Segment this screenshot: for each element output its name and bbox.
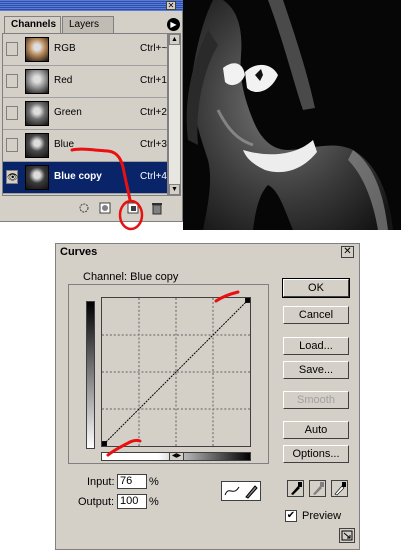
channel-thumbnail [25, 37, 49, 62]
channel-shortcut: Ctrl+4 [140, 171, 167, 182]
cancel-button[interactable]: Cancel [283, 306, 349, 324]
tab-layers[interactable]: Layers [62, 16, 114, 33]
preview-checkbox[interactable]: ✔ [285, 510, 297, 522]
visibility-toggle[interactable] [6, 74, 18, 88]
load-selection-icon[interactable] [77, 201, 91, 215]
load-button[interactable]: Load... [283, 337, 349, 355]
trash-icon[interactable] [150, 201, 164, 215]
gradient-toggle-button[interactable]: ◀▶ [169, 452, 184, 461]
palette-close-button[interactable]: ✕ [166, 1, 176, 10]
channel-row[interactable]: Blue Ctrl+3 [3, 130, 167, 162]
output-label: Output: [78, 496, 115, 508]
channel-thumbnail [25, 165, 49, 190]
channel-name: Red [54, 75, 73, 86]
preview-label: Preview [302, 510, 342, 522]
palette-bottom-bar [2, 198, 180, 218]
curve-point-white[interactable] [245, 298, 250, 303]
input-label: Input: [87, 476, 115, 488]
channel-label: Channel: Blue copy [83, 271, 178, 283]
save-button[interactable]: Save... [283, 361, 349, 379]
black-eyedropper-icon[interactable] [287, 480, 304, 497]
channel-row[interactable]: Red Ctrl+1 [3, 66, 167, 98]
eye-icon[interactable]: 👁 [6, 170, 18, 184]
gray-eyedropper-icon[interactable] [309, 480, 326, 497]
channel-row[interactable]: Green Ctrl+2 [3, 98, 167, 130]
channel-thumbnail [25, 133, 49, 158]
curve-graph[interactable] [101, 297, 251, 447]
expand-grid-button[interactable] [339, 528, 355, 543]
options-button[interactable]: Options... [283, 445, 349, 463]
visibility-toggle[interactable] [6, 106, 18, 120]
channel-row[interactable]: RGB Ctrl+~ [3, 34, 167, 66]
channel-thumbnail [25, 101, 49, 126]
output-gradient-bar [86, 301, 95, 449]
white-eyedropper-icon[interactable] [331, 480, 348, 497]
channel-name: Blue copy [130, 271, 179, 283]
ok-button[interactable]: OK [282, 278, 350, 298]
scroll-up-arrow-icon[interactable]: ▲ [169, 34, 180, 45]
channel-list-scrollbar[interactable]: ▲ ▼ [168, 33, 181, 196]
dialog-title: Curves [60, 246, 98, 258]
smooth-curve-tool-icon[interactable] [223, 483, 241, 499]
channel-name: Green [54, 107, 82, 118]
curve-point-black[interactable] [102, 441, 107, 446]
curve-line [103, 299, 249, 445]
channels-palette: ✕ Channels Layers ▶ RGB Ctrl+~ Red Ctrl+1 Gr… [0, 0, 183, 222]
channel-shortcut: Ctrl+1 [140, 75, 167, 86]
curve-tool-group [221, 481, 261, 501]
output-field[interactable]: 100 [117, 494, 147, 509]
input-field[interactable]: 76 [117, 474, 147, 489]
channel-shortcut: Ctrl+3 [140, 139, 167, 150]
new-channel-icon[interactable] [126, 201, 140, 215]
tab-channels[interactable]: Channels [4, 16, 61, 33]
scroll-down-arrow-icon[interactable]: ▼ [169, 184, 180, 195]
output-percent: % [149, 496, 159, 508]
channel-thumbnail [25, 69, 49, 94]
smooth-button[interactable]: Smooth [283, 391, 349, 409]
visibility-toggle[interactable] [6, 42, 18, 56]
channel-name: Blue [54, 139, 75, 150]
channel-label-text: Channel: [83, 271, 128, 283]
channel-list: RGB Ctrl+~ Red Ctrl+1 Green Ctrl+2 Blue Ctrl+3 👁… [2, 33, 168, 196]
palette-menu-button[interactable]: ▶ [167, 18, 180, 31]
curves-dialog: Curves ✕ Channel: Blue copy ◀▶ Input: 76… [55, 243, 360, 550]
dialog-titlebar[interactable]: Curves ✕ [56, 244, 359, 261]
channel-row[interactable]: 👁 Blue copy Ctrl+4 [3, 162, 167, 194]
channel-shortcut: Ctrl+2 [140, 107, 167, 118]
auto-button[interactable]: Auto [283, 421, 349, 439]
save-selection-icon[interactable] [98, 201, 112, 215]
input-percent: % [149, 476, 159, 488]
pencil-tool-icon[interactable] [242, 483, 260, 499]
channel-shortcut: Ctrl+~ [140, 43, 168, 54]
visibility-toggle[interactable] [6, 138, 18, 152]
dialog-close-button[interactable]: ✕ [341, 246, 354, 258]
document-photo [183, 0, 401, 230]
channel-name: Blue copy [54, 171, 102, 182]
palette-titlebar[interactable] [0, 0, 183, 11]
channel-name: RGB [54, 43, 76, 54]
